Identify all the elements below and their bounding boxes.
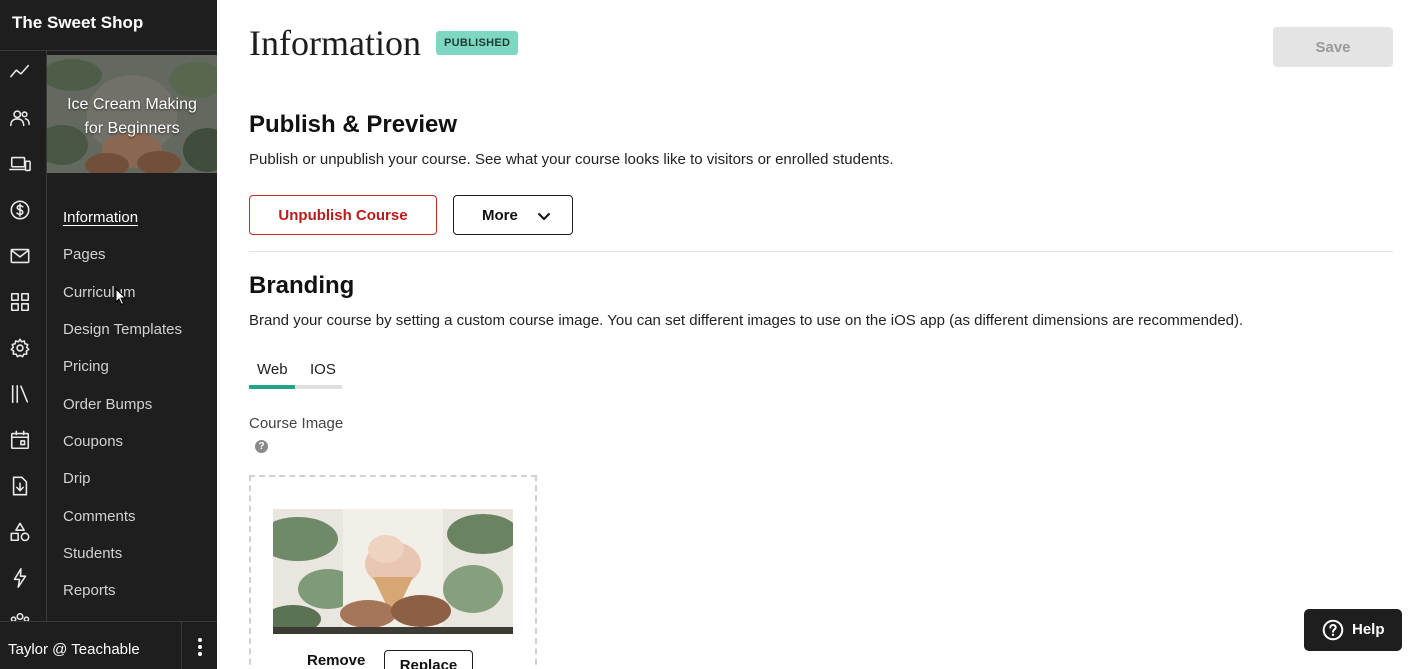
tab-ios[interactable]: IOS [310, 361, 336, 378]
nav-item-reports[interactable]: Reports [63, 582, 116, 599]
tab-active-indicator [249, 385, 295, 389]
nav-item-comments[interactable]: Comments [63, 508, 136, 525]
nav-item-coupons[interactable]: Coupons [63, 433, 123, 450]
help-question-icon[interactable]: ? [255, 440, 268, 453]
course-title-line1: Ice Cream Making [67, 96, 197, 113]
calendar-icon[interactable] [8, 428, 32, 452]
nav-item-information[interactable]: Information [63, 209, 138, 226]
branding-section-description: Brand your course by setting a custom co… [249, 312, 1244, 329]
course-title-line2: for Beginners [84, 120, 180, 137]
user-name[interactable]: Taylor @ Teachable [8, 641, 140, 658]
sales-chart-icon[interactable] [8, 60, 32, 84]
course-image-label: Course Image [249, 415, 344, 432]
help-circle-icon [1322, 619, 1344, 641]
section-divider [249, 251, 1393, 252]
unpublish-course-button[interactable]: Unpublish Course [249, 195, 437, 235]
nav-item-drip[interactable]: Drip [63, 470, 91, 487]
nav-item-order-bumps[interactable]: Order Bumps [63, 396, 152, 413]
nav-item-pricing[interactable]: Pricing [63, 358, 109, 375]
team-icon[interactable] [8, 610, 32, 621]
devices-icon[interactable] [8, 152, 32, 176]
apps-grid-icon[interactable] [8, 290, 32, 314]
kebab-menu-icon[interactable] [190, 637, 210, 657]
shapes-icon[interactable] [8, 520, 32, 544]
page-title: Information [249, 23, 421, 63]
course-nav: Ice Cream Making for Beginners Informati… [47, 51, 217, 621]
school-header: The Sweet Shop [0, 0, 217, 51]
tab-web[interactable]: Web [257, 361, 288, 378]
save-button[interactable]: Save [1273, 27, 1393, 67]
users-icon[interactable] [8, 106, 32, 130]
user-bar: Taylor @ Teachable [0, 621, 217, 669]
more-dropdown-button[interactable]: More [453, 195, 573, 235]
help-button[interactable]: Help [1304, 609, 1402, 651]
main-content: Information PUBLISHED Save Publish & Pre… [217, 0, 1419, 669]
course-thumbnail[interactable]: Ice Cream Making for Beginners [47, 55, 217, 173]
course-image-preview [273, 509, 513, 634]
document-download-icon[interactable] [8, 474, 32, 498]
nav-item-curriculum[interactable]: Curriculum [63, 284, 136, 301]
lightning-icon[interactable] [8, 566, 32, 590]
remove-image-button[interactable]: Remove [307, 652, 365, 669]
nav-item-design-templates[interactable]: Design Templates [63, 321, 182, 338]
gear-icon[interactable] [8, 336, 32, 360]
dollar-icon[interactable] [8, 198, 32, 222]
library-icon[interactable] [8, 382, 32, 406]
branding-tabs: Web IOS [249, 358, 343, 389]
more-button-label: More [482, 207, 518, 224]
school-name[interactable]: The Sweet Shop [12, 13, 143, 33]
mail-icon[interactable] [8, 244, 32, 268]
publish-section-description: Publish or unpublish your course. See wh… [249, 151, 894, 168]
status-badge: PUBLISHED [436, 31, 519, 55]
nav-item-pages[interactable]: Pages [63, 246, 106, 263]
replace-image-button[interactable]: Replace [384, 650, 473, 669]
user-bar-divider [181, 622, 182, 669]
publish-section-title: Publish & Preview [249, 111, 458, 138]
chevron-down-icon [536, 208, 552, 224]
nav-item-students[interactable]: Students [63, 545, 122, 562]
icon-rail [0, 51, 47, 621]
branding-section-title: Branding [249, 272, 355, 299]
help-button-label: Help [1352, 621, 1385, 638]
